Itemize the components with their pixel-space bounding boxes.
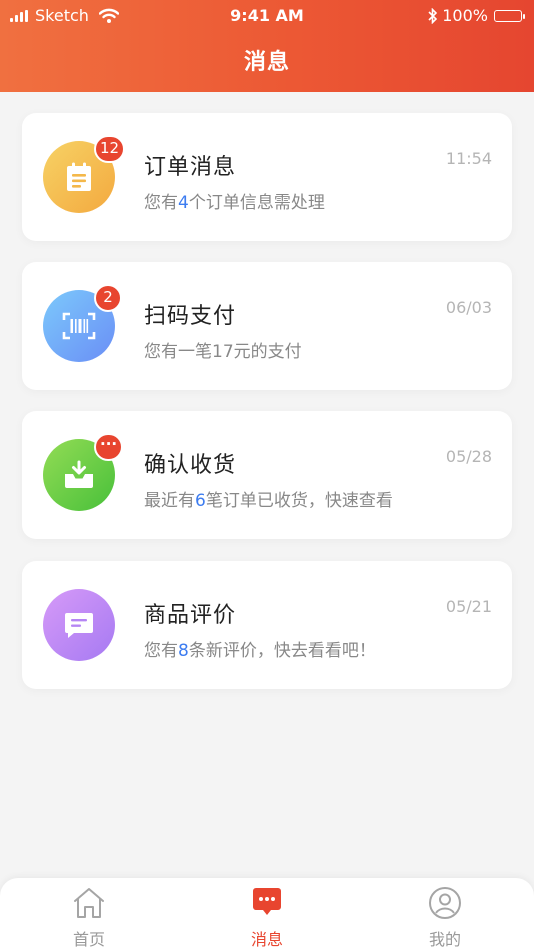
card-icon-circle	[43, 589, 115, 661]
tab-bar: 首页 消息 我的	[0, 878, 534, 950]
comment-icon	[65, 613, 93, 638]
desc-count: 4	[178, 193, 189, 213]
card-description: 您有一笔17元的支付	[144, 337, 302, 362]
card-time: 11:54	[445, 149, 492, 168]
message-card-product-review[interactable]: 商品评价 您有8条新评价，快去看看吧！ 05/21	[22, 561, 512, 689]
unread-badge: ···	[94, 433, 124, 461]
card-time: 06/03	[445, 298, 492, 317]
user-icon	[429, 887, 461, 919]
desc-text: 条新评价，快去看看吧！	[188, 641, 376, 661]
clipboard-icon	[67, 162, 91, 191]
card-description: 您有8条新评价，快去看看吧！	[144, 636, 376, 661]
page-title: 消息	[243, 50, 290, 75]
card-title: 扫码支付	[144, 304, 237, 329]
card-title: 商品评价	[144, 603, 237, 628]
inbox-download-icon	[65, 460, 93, 488]
desc-text: 最近有	[144, 491, 195, 511]
desc-count: 8	[178, 641, 189, 661]
chat-icon	[253, 888, 281, 915]
desc-text: 您有	[144, 193, 178, 213]
unread-badge: 2	[94, 284, 122, 312]
unread-badge: 12	[94, 135, 126, 163]
card-title: 订单消息	[144, 155, 237, 180]
tab-label: 我的	[428, 930, 461, 949]
desc-count: 6	[195, 491, 206, 511]
desc-text: 您有	[144, 641, 178, 661]
battery-icon	[494, 10, 525, 22]
bluetooth-icon	[428, 8, 438, 24]
battery-percent: 100%	[442, 6, 488, 25]
tab-profile[interactable]: 我的	[356, 878, 534, 950]
barcode-scan-icon	[62, 312, 96, 340]
message-card-scan-pay[interactable]: 2 扫码支付 您有一笔17元的支付 06/03	[22, 262, 512, 390]
message-card-order[interactable]: 12 订单消息 您有4个订单信息需处理 11:54	[22, 113, 512, 241]
card-title: 确认收货	[144, 453, 237, 478]
desc-text: 个订单信息需处理	[188, 193, 325, 213]
tab-messages[interactable]: 消息	[178, 878, 356, 950]
message-card-confirm-receipt[interactable]: ··· 确认收货 最近有6笔订单已收货，快速查看 05/28	[22, 411, 512, 539]
header: Sketch 9:41 AM 100% 消息	[0, 0, 534, 92]
home-icon	[74, 888, 104, 918]
desc-text: 您有一笔17元的支付	[144, 342, 302, 362]
card-time: 05/28	[445, 447, 492, 466]
card-time: 05/21	[445, 597, 492, 616]
tab-label: 消息	[250, 930, 283, 949]
card-description: 最近有6笔订单已收货，快速查看	[144, 486, 393, 511]
desc-text: 笔订单已收货，快速查看	[205, 491, 393, 511]
status-right: 100%	[428, 0, 525, 32]
tab-home[interactable]: 首页	[0, 878, 178, 950]
status-bar: Sketch 9:41 AM 100%	[0, 0, 534, 32]
card-description: 您有4个订单信息需处理	[144, 188, 325, 213]
tab-label: 首页	[72, 930, 105, 949]
